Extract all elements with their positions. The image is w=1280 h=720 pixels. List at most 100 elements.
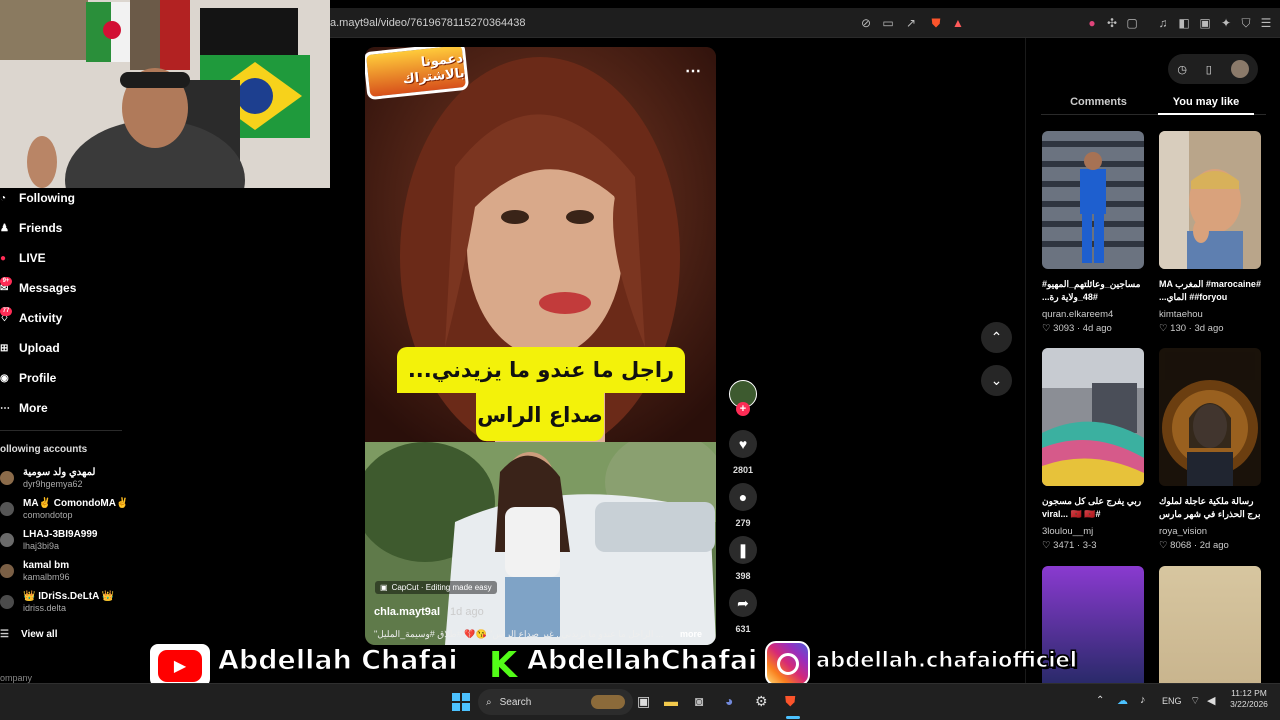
- cast-icon[interactable]: ▭: [880, 15, 896, 31]
- nav-upload[interactable]: ⊞ Upload: [0, 337, 60, 359]
- share-count: 631: [735, 624, 751, 634]
- account-item[interactable]: LHAJ-3BI9A999 lhaj3bi9a: [0, 527, 97, 553]
- tray-chevron-icon[interactable]: ⌃: [1096, 695, 1104, 706]
- address-bar[interactable]: a.mayt9al/video/7619678115270364438: [330, 8, 526, 38]
- timer-icon[interactable]: ◷: [1177, 63, 1187, 76]
- leo-icon[interactable]: ✦: [1218, 15, 1234, 31]
- discord-icon[interactable]: ◕: [725, 693, 733, 709]
- brave-browser-icon[interactable]: ⛊: [785, 693, 796, 710]
- volume-icon[interactable]: ◀: [1207, 694, 1215, 707]
- nav-friends[interactable]: ♟ Friends: [0, 217, 62, 239]
- account-handle: idriss.delta: [23, 603, 67, 613]
- card-thumbnail: [1159, 348, 1261, 486]
- nav-profile[interactable]: ◉ Profile: [0, 367, 56, 389]
- recommended-card[interactable]: رسالة ملكية عاجلة لملوك برج الحذراء في ش…: [1159, 348, 1263, 551]
- share-icon[interactable]: ↗: [903, 15, 919, 31]
- webcam-overlay: [0, 0, 330, 188]
- more-icon: ⋯: [0, 403, 10, 414]
- save-button[interactable]: ❚: [729, 536, 757, 564]
- follow-plus-icon[interactable]: +: [736, 402, 750, 416]
- next-video-button[interactable]: ⌄: [981, 365, 1012, 396]
- card-title: مساجين_وعائلتهم_المهيو# #48_ولاية رة...: [1042, 279, 1141, 302]
- capcut-tag[interactable]: ▣ CapCut · Editing made easy: [375, 581, 497, 594]
- extension-icon[interactable]: ●: [1084, 15, 1100, 31]
- rewards-icon[interactable]: ▲: [950, 15, 966, 31]
- sidebar-icon[interactable]: ◧: [1176, 15, 1192, 31]
- active-tab-indicator: [1158, 113, 1254, 115]
- like-count: 2801: [732, 465, 754, 475]
- wallet-icon[interactable]: ▣: [1197, 15, 1213, 31]
- vpn-icon[interactable]: ⛉: [1238, 15, 1254, 31]
- music-icon[interactable]: ♫: [1155, 15, 1171, 31]
- comment-button[interactable]: ●: [729, 483, 757, 511]
- language-indicator[interactable]: ENG: [1162, 696, 1182, 706]
- nav-following[interactable]: ◔ Following: [0, 187, 75, 209]
- upload-icon: ⊞: [0, 343, 9, 354]
- taskbar-search[interactable]: ⌕ Search: [478, 689, 633, 715]
- previous-video-button[interactable]: ⌃: [981, 322, 1012, 353]
- video-player[interactable]: دعمونا بالاشتراك ⋯ راجل ما عندو ما يزيدن…: [365, 47, 716, 645]
- video-author[interactable]: chla.mayt9al: [374, 606, 440, 618]
- card-stats: ♡ 130 · 3d ago: [1159, 323, 1224, 334]
- device-icon[interactable]: ▯: [1206, 63, 1212, 76]
- video-more-icon[interactable]: ⋯: [685, 61, 701, 81]
- like-button[interactable]: ♥: [729, 430, 757, 458]
- windows-start-icon[interactable]: [452, 693, 470, 711]
- avatar: [0, 564, 14, 578]
- video-description: "الراجل ما عندو ما يزيدني.. غير صداع الر…: [374, 629, 664, 639]
- user-avatar[interactable]: [1230, 60, 1249, 78]
- view-all-link[interactable]: ☰ View all: [0, 629, 57, 640]
- window-icon[interactable]: ▢: [1124, 15, 1140, 31]
- comment-icon: ●: [738, 489, 748, 505]
- nav-upload-label: Upload: [19, 341, 60, 355]
- card-age: 3d ago: [1194, 323, 1224, 334]
- card-thumbnail: [1042, 131, 1144, 269]
- kick-logo: K: [485, 645, 521, 686]
- account-item[interactable]: لمهدي ولد سومية dyr9hgemya62: [0, 465, 95, 491]
- recommended-card[interactable]: ربي يفرج على كل مسجون #viral... 🇲🇦 🇲🇦 3l…: [1042, 348, 1146, 551]
- recommended-card[interactable]: #marocaine# المغرب MA #foryou# الماي... …: [1159, 131, 1263, 334]
- recommended-card[interactable]: مساجين_وعائلتهم_المهيو# #48_ولاية رة... …: [1042, 131, 1146, 334]
- nav-live[interactable]: ● LIVE: [0, 247, 46, 269]
- tab-you-may-like[interactable]: You may like: [1158, 96, 1254, 108]
- task-view-icon[interactable]: ▣: [637, 693, 650, 710]
- camera-app-icon[interactable]: ◙: [695, 693, 703, 709]
- share-button[interactable]: ➦: [729, 589, 757, 617]
- caption-line-1: راجل ما عندو ما يزيدني... غير: [397, 347, 685, 428]
- nav-more-label: More: [19, 401, 48, 415]
- clock[interactable]: 11:12 PM 3/22/2026: [1227, 688, 1271, 710]
- no-tracking-icon[interactable]: ⊘: [858, 15, 874, 31]
- account-item[interactable]: kamal bm kamalbm96: [0, 558, 70, 584]
- heart-icon: ♥: [738, 436, 748, 452]
- tab-comments[interactable]: Comments: [1041, 96, 1156, 108]
- share-arrow-icon: ➦: [737, 594, 749, 611]
- microphone-icon[interactable]: ♪: [1140, 694, 1146, 706]
- profile-icon: ◉: [0, 373, 9, 384]
- card-thumbnail-partial[interactable]: [1159, 566, 1261, 683]
- account-item[interactable]: 👑 IDriSs.DeLtA 👑 idriss.delta: [0, 589, 114, 615]
- account-handle: comondotop: [23, 510, 73, 520]
- following-icon: ◔: [0, 193, 7, 204]
- card-likes: 130: [1170, 323, 1187, 334]
- card-stats: ♡ 3471 · 3-3: [1042, 540, 1097, 551]
- steam-icon[interactable]: ⚙: [755, 693, 768, 710]
- brave-shield-icon[interactable]: ⛊: [928, 15, 944, 31]
- more-link[interactable]: more: [680, 629, 702, 639]
- youtube-logo: ▶: [148, 642, 212, 689]
- menu-icon[interactable]: ☰: [1258, 15, 1274, 31]
- card-stats: ♡ 8068 · 2d ago: [1159, 540, 1229, 551]
- wifi-icon[interactable]: ⌔: [1190, 694, 1200, 708]
- card-thumbnail: [1042, 348, 1144, 486]
- camera-icon: [776, 652, 799, 675]
- card-likes: 3471: [1053, 540, 1075, 551]
- cloud-icon[interactable]: ☁: [1117, 694, 1128, 707]
- nav-more[interactable]: ⋯ More: [0, 397, 48, 419]
- friends-icon: ♟: [0, 223, 9, 234]
- account-item[interactable]: MA✌ ComondoMA✌ comondotop: [0, 496, 128, 522]
- card-likes: 3093: [1053, 323, 1075, 334]
- account-handle: lhaj3bi9a: [23, 541, 60, 551]
- nav-following-label: Following: [19, 191, 75, 205]
- puzzle-icon[interactable]: ✣: [1104, 15, 1120, 31]
- file-explorer-icon[interactable]: ▬: [664, 693, 678, 709]
- nav-profile-label: Profile: [19, 371, 57, 385]
